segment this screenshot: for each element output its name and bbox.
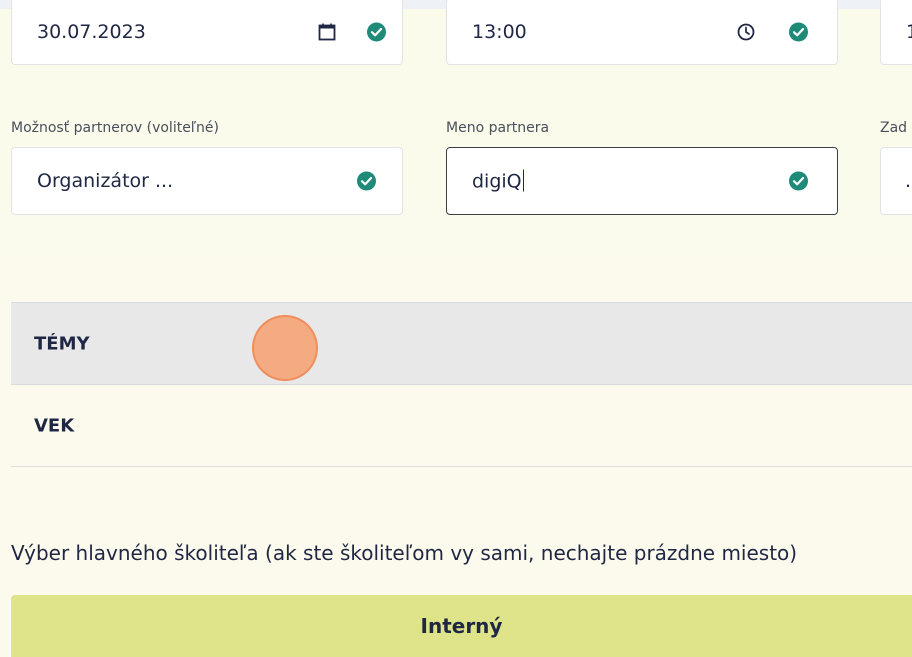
check-circle-icon bbox=[789, 22, 808, 41]
time-field[interactable]: 13:00 bbox=[446, 0, 838, 65]
partner-name-value: digiQ bbox=[472, 170, 522, 193]
date-field[interactable]: 30.07.2023 bbox=[11, 0, 403, 65]
check-circle-icon bbox=[789, 171, 808, 191]
accordion-temy[interactable]: TÉMY bbox=[11, 302, 912, 385]
accordion-vek[interactable]: VEK bbox=[11, 385, 912, 467]
interny-button[interactable]: Interný bbox=[11, 595, 912, 657]
interny-button-label: Interný bbox=[420, 614, 503, 638]
check-circle-icon bbox=[367, 22, 386, 41]
accordion-vek-label: VEK bbox=[34, 415, 75, 436]
third-value-row2: . bbox=[905, 170, 912, 192]
partner-name-input[interactable]: digiQ bbox=[446, 147, 838, 215]
third-field-row1[interactable]: 1 bbox=[880, 0, 912, 65]
accordion-temy-label: TÉMY bbox=[34, 333, 90, 354]
clock-icon[interactable] bbox=[736, 22, 756, 42]
check-circle-icon bbox=[357, 171, 376, 191]
partner-option-value: Organizátor ... bbox=[37, 170, 174, 192]
text-caret bbox=[522, 169, 525, 192]
partner-name-text: digiQ bbox=[472, 169, 525, 193]
third-label-row2: Zad bbox=[880, 120, 908, 136]
date-value: 30.07.2023 bbox=[37, 20, 146, 43]
third-field-row2[interactable]: . bbox=[880, 147, 912, 215]
time-value: 13:00 bbox=[472, 20, 527, 43]
third-value-row1: 1 bbox=[906, 21, 912, 43]
trainer-description: Výber hlavného školiteľa (ak ste školite… bbox=[11, 541, 798, 565]
partner-name-label: Meno partnera bbox=[446, 120, 550, 136]
partner-option-label: Možnosť partnerov (voliteľné) bbox=[11, 120, 220, 136]
partner-option-select[interactable]: Organizátor ... bbox=[11, 147, 403, 215]
calendar-icon[interactable] bbox=[317, 22, 337, 42]
click-indicator bbox=[252, 315, 318, 381]
